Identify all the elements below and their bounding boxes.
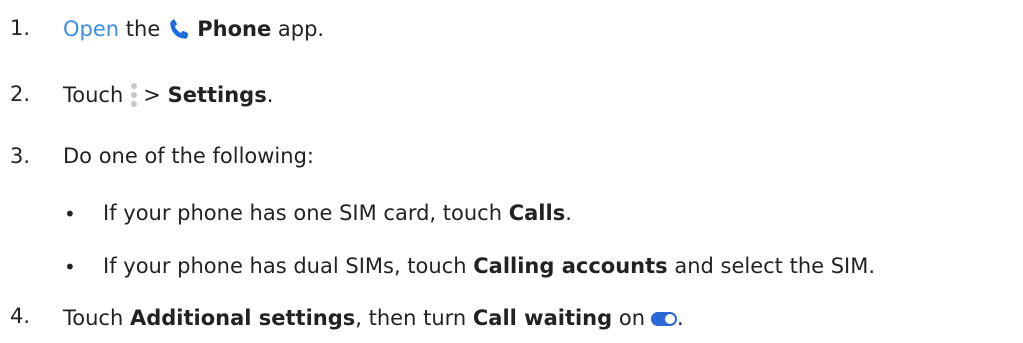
bullet-text: If your phone has one SIM card, touch Ca… (103, 201, 572, 225)
call-waiting-label: Call waiting (472, 306, 613, 330)
calling-accounts-label: Calling accounts (473, 254, 668, 278)
bullet-symbol: • (64, 202, 76, 226)
step-text-pre: Touch (63, 306, 124, 330)
step-text: Open the Phone app. (63, 16, 324, 42)
step-text-post: . (266, 83, 274, 107)
bullet-text: If your phone has dual SIMs, touch Calli… (103, 254, 875, 278)
step-text: Touch Additional settings, then turn Cal… (63, 306, 684, 330)
settings-label: Settings (167, 83, 267, 107)
bullet-text-post: . (565, 201, 572, 225)
step-text-mid: , then turn (355, 306, 467, 330)
step-text-pre: the (125, 17, 161, 41)
bullet-item-2: • If your phone has dual SIMs, touch Cal… (0, 251, 1023, 285)
step-text-end: . (677, 306, 684, 330)
separator: > (143, 83, 161, 107)
bullet-symbol: • (64, 255, 76, 279)
bullet-text-pre: If your phone has one SIM card, touch (103, 201, 503, 225)
step-number: 1. (10, 16, 31, 40)
more-vert-icon (129, 83, 139, 107)
bullet-item-1: • If your phone has one SIM card, touch … (0, 198, 1023, 232)
phone-app-name: Phone (197, 17, 272, 41)
dot (131, 92, 138, 98)
step-text-post: on (618, 306, 646, 330)
step-text-pre: Touch (63, 83, 124, 107)
open-link[interactable]: Open (63, 17, 119, 41)
step-text-post: app. (277, 17, 325, 41)
step-number: 4. (10, 304, 31, 328)
toggle-on-icon (651, 312, 678, 326)
step-number: 3. (10, 144, 31, 168)
step-number: 2. (10, 82, 31, 106)
bullet-text-post: and select the SIM. (674, 254, 876, 278)
calls-label: Calls (508, 201, 566, 225)
bullet-text-pre: If your phone has dual SIMs, touch (103, 254, 467, 278)
toggle-knob (665, 314, 676, 324)
step-text: Touch > Settings. (63, 83, 273, 107)
additional-settings-label: Additional settings (129, 306, 356, 330)
dot (131, 83, 138, 89)
dot (131, 101, 138, 107)
phone-icon (170, 19, 189, 39)
step-text: Do one of the following: (63, 144, 314, 168)
